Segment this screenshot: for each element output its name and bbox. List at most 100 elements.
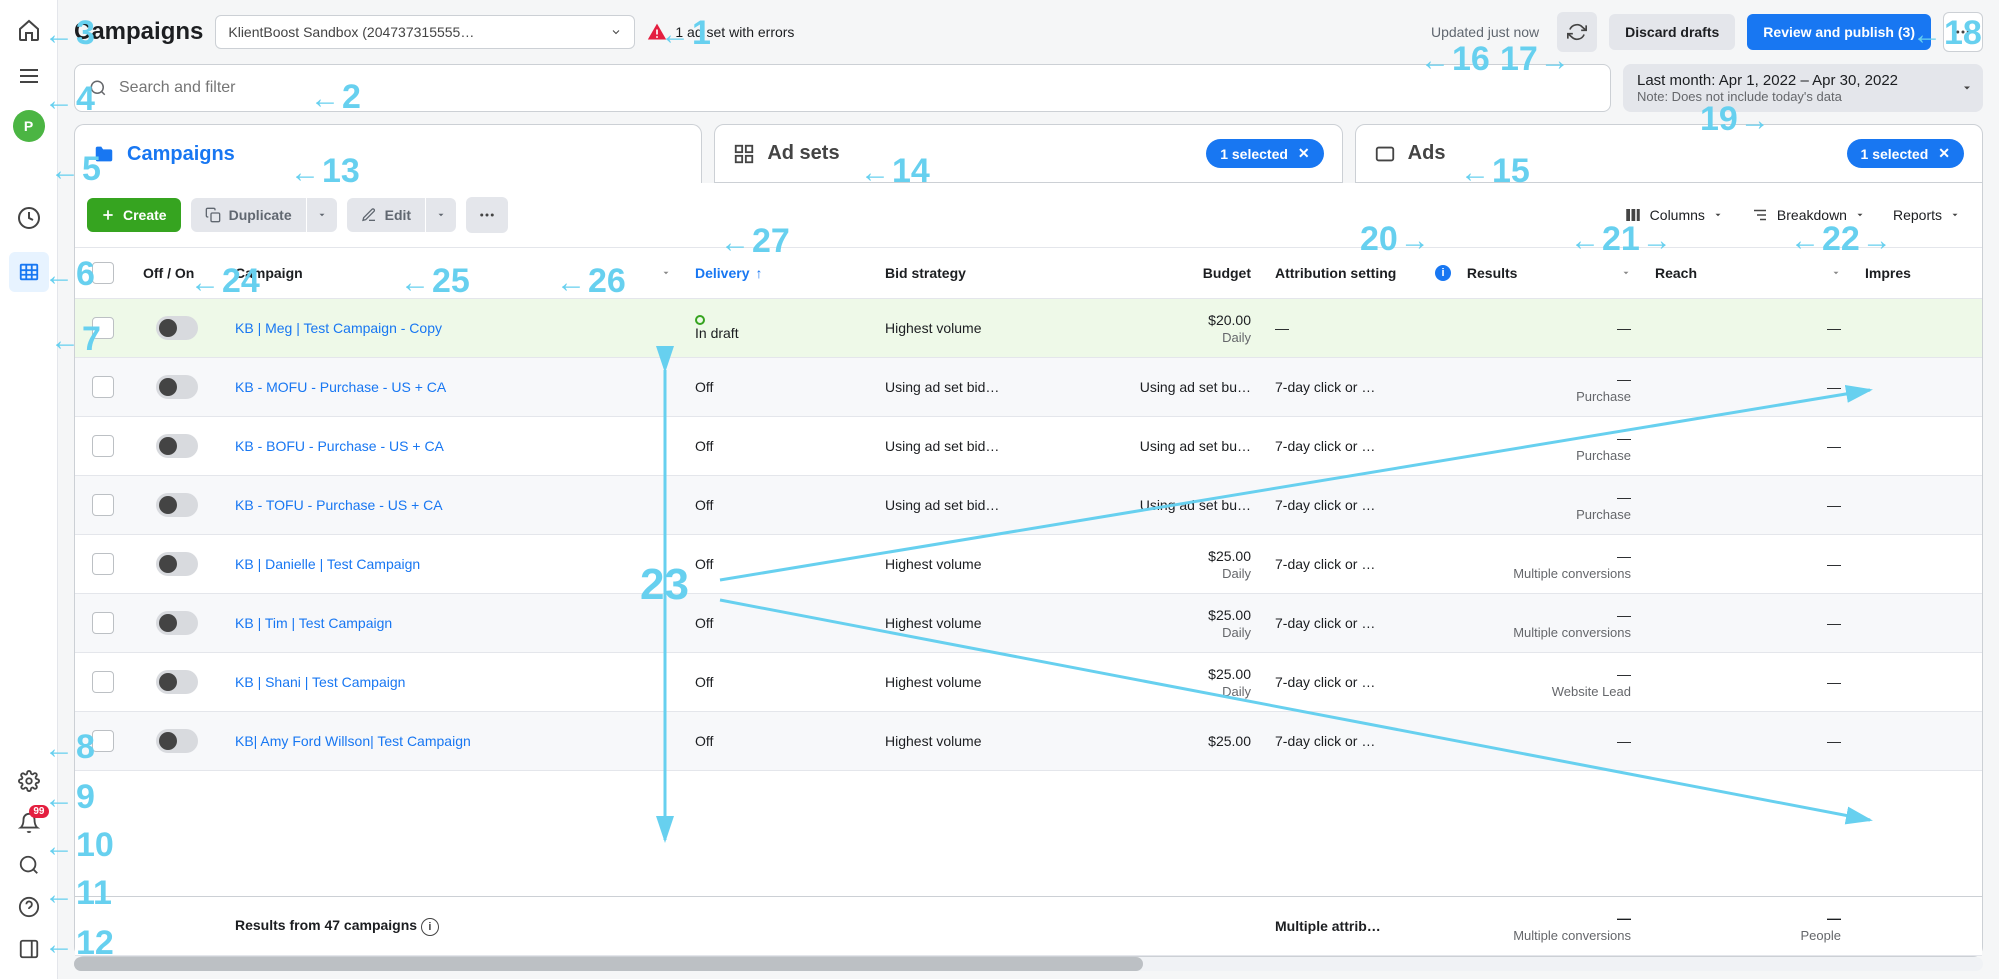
account-select[interactable]: KlientBoost Sandbox (204737315555… <box>215 15 635 49</box>
dots-icon <box>478 206 496 224</box>
row-toggle[interactable] <box>156 611 198 635</box>
error-banner[interactable]: 1 ad set with errors <box>647 22 794 42</box>
campaign-name-link[interactable]: KB - BOFU - Purchase - US + CA <box>235 438 671 454</box>
reports-button[interactable]: Reports <box>1883 198 1970 232</box>
cell-attrib: 7-day click or … <box>1263 535 1423 593</box>
row-checkbox[interactable] <box>92 553 114 575</box>
row-checkbox[interactable] <box>92 376 114 398</box>
row-checkbox[interactable] <box>92 671 114 693</box>
cell-reach: — <box>1643 299 1853 357</box>
col-reach[interactable]: Reach <box>1643 251 1853 295</box>
row-toggle[interactable] <box>156 434 198 458</box>
panel-icon[interactable] <box>17 937 41 961</box>
table-row[interactable]: KB | Danielle | Test CampaignOffHighest … <box>75 535 1982 594</box>
search-input[interactable] <box>74 64 1611 112</box>
cell-results: —Purchase <box>1423 358 1643 416</box>
campaign-name-link[interactable]: KB - TOFU - Purchase - US + CA <box>235 497 671 513</box>
cell-reach: — <box>1643 653 1853 711</box>
warning-icon <box>647 22 667 42</box>
more-actions-button[interactable] <box>466 197 508 233</box>
table-row[interactable]: KB - BOFU - Purchase - US + CAOffUsing a… <box>75 417 1982 476</box>
duplicate-button[interactable]: Duplicate <box>191 198 306 232</box>
row-checkbox[interactable] <box>92 435 114 457</box>
campaign-name-link[interactable]: KB| Amy Ford Willson| Test Campaign <box>235 733 671 749</box>
campaign-name-link[interactable]: KB | Shani | Test Campaign <box>235 674 671 690</box>
table-row[interactable]: KB | Tim | Test CampaignOffHighest volum… <box>75 594 1982 653</box>
col-bid[interactable]: Bid strategy <box>873 251 1073 295</box>
row-checkbox[interactable] <box>92 317 114 339</box>
campaign-name-link[interactable]: KB - MOFU - Purchase - US + CA <box>235 379 671 395</box>
footer-results: —Multiple conversions <box>1423 897 1643 955</box>
breakdown-icon <box>1751 206 1769 224</box>
col-attrib[interactable]: Attribution setting <box>1263 251 1423 295</box>
close-icon[interactable]: ✕ <box>1298 145 1310 162</box>
cell-delivery: Off <box>683 535 873 593</box>
cell-delivery: Off <box>683 476 873 534</box>
duplicate-dropdown[interactable] <box>307 198 337 232</box>
table-row[interactable]: KB | Meg | Test Campaign - CopyIn draftH… <box>75 299 1982 358</box>
refresh-button[interactable] <box>1557 12 1597 52</box>
col-budget[interactable]: Budget <box>1073 251 1263 295</box>
help-icon[interactable] <box>17 895 41 919</box>
date-note: Note: Does not include today's data <box>1637 89 1947 104</box>
row-toggle[interactable] <box>156 729 198 753</box>
col-results[interactable]: i Results <box>1423 251 1643 295</box>
close-icon[interactable]: ✕ <box>1938 145 1950 162</box>
campaign-name-link[interactable]: KB | Danielle | Test Campaign <box>235 556 671 572</box>
cell-reach: — <box>1643 358 1853 416</box>
row-checkbox[interactable] <box>92 730 114 752</box>
row-toggle[interactable] <box>156 316 198 340</box>
footer-label: Results from 47 campaigns i <box>223 897 683 955</box>
row-toggle[interactable] <box>156 493 198 517</box>
table-row[interactable]: KB - TOFU - Purchase - US + CA Off Using a… <box>75 476 1982 535</box>
date-range-picker[interactable]: Last month: Apr 1, 2022 – Apr 30, 2022 N… <box>1623 64 1983 112</box>
cell-budget: Using ad set bu… <box>1073 476 1263 534</box>
info-icon[interactable]: i <box>421 918 439 936</box>
menu-icon[interactable] <box>17 64 41 88</box>
campaign-name-link[interactable]: KB | Tim | Test Campaign <box>235 615 671 631</box>
breakdown-button[interactable]: Breakdown <box>1741 198 1875 232</box>
horizontal-scrollbar[interactable] <box>74 957 1983 971</box>
selected-pill[interactable]: 1 selected ✕ <box>1847 139 1964 168</box>
avatar[interactable]: P <box>13 110 45 142</box>
create-button[interactable]: Create <box>87 198 181 232</box>
table-row[interactable]: KB| Amy Ford Willson| Test CampaignOffHi… <box>75 712 1982 771</box>
selected-pill[interactable]: 1 selected ✕ <box>1206 139 1323 168</box>
info-icon: i <box>1435 265 1451 281</box>
discard-button[interactable]: Discard drafts <box>1609 14 1735 50</box>
edit-dropdown[interactable] <box>426 198 456 232</box>
cell-budget: $25.00 <box>1073 712 1263 770</box>
col-impressions[interactable]: Impres <box>1853 251 1953 295</box>
select-all-checkbox[interactable] <box>92 262 114 284</box>
tab-adsets[interactable]: Ad sets 1 selected ✕ <box>714 124 1342 183</box>
page-title: Campaigns <box>74 18 203 46</box>
row-toggle[interactable] <box>156 552 198 576</box>
cell-results: —Multiple conversions <box>1423 535 1643 593</box>
cell-results: —Purchase <box>1423 417 1643 475</box>
more-button[interactable] <box>1943 12 1983 52</box>
col-delivery[interactable]: Delivery ↑ <box>683 251 873 295</box>
row-toggle[interactable] <box>156 670 198 694</box>
bell-icon[interactable]: 99 <box>17 811 41 835</box>
tab-ads[interactable]: Ads 1 selected ✕ <box>1355 124 1983 183</box>
table-icon[interactable] <box>9 252 49 292</box>
cell-results: —Website Lead <box>1423 653 1643 711</box>
row-checkbox[interactable] <box>92 494 114 516</box>
publish-button[interactable]: Review and publish (3) <box>1747 14 1931 50</box>
dashboard-icon[interactable] <box>17 206 41 230</box>
col-campaign[interactable]: Campaign <box>223 251 683 295</box>
campaign-name-link[interactable]: KB | Meg | Test Campaign - Copy <box>235 320 671 336</box>
edit-button[interactable]: Edit <box>347 198 425 232</box>
columns-button[interactable]: Columns <box>1614 198 1733 232</box>
chevron-down-icon <box>1950 210 1960 220</box>
col-offon[interactable]: Off / On <box>131 251 223 295</box>
table-row[interactable]: KB | Shani | Test CampaignOffHighest vol… <box>75 653 1982 712</box>
row-checkbox[interactable] <box>92 612 114 634</box>
tab-campaigns[interactable]: Campaigns <box>74 124 702 183</box>
home-icon[interactable] <box>17 18 41 42</box>
cell-delivery: Off <box>683 653 873 711</box>
gear-icon[interactable] <box>17 769 41 793</box>
search-icon[interactable] <box>17 853 41 877</box>
row-toggle[interactable] <box>156 375 198 399</box>
table-row[interactable]: KB - MOFU - Purchase - US + CAOffUsing a… <box>75 358 1982 417</box>
